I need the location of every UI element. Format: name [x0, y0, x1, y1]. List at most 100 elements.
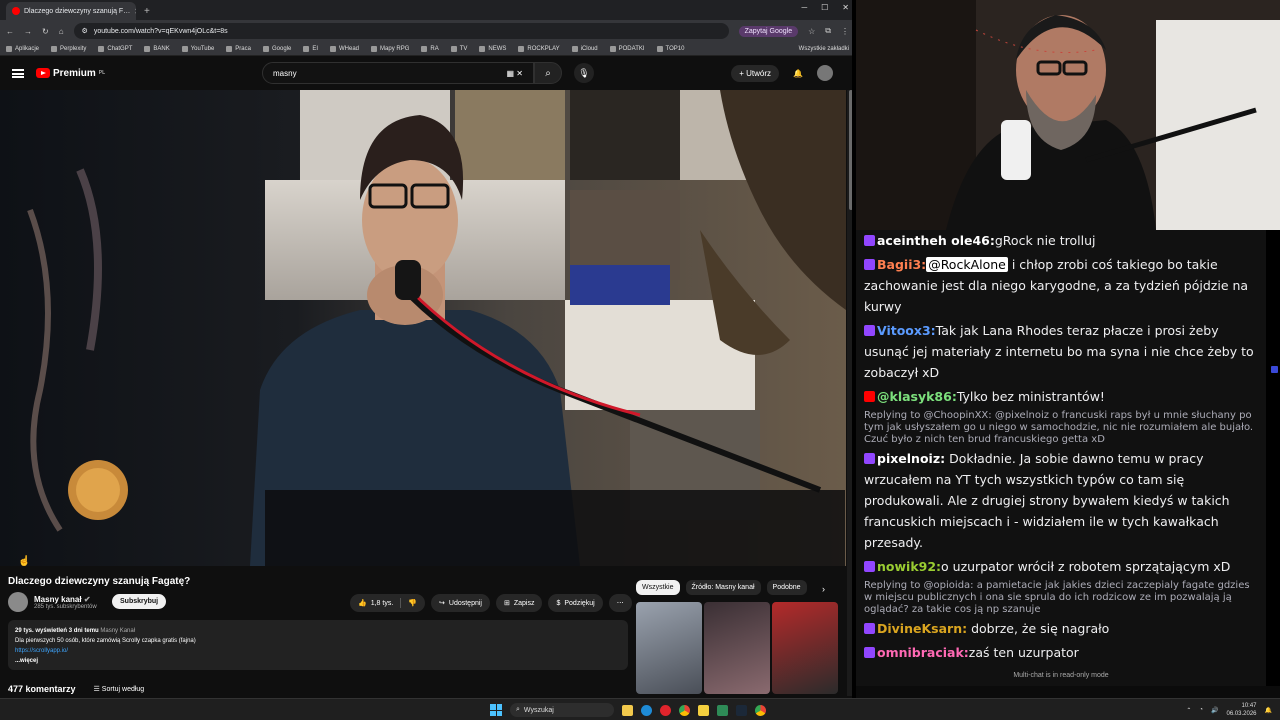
- video-description[interactable]: 29 tys. wyświetleń 3 dni temu Masny Kana…: [8, 620, 628, 670]
- chat-message: omnibraciak:zaś ten uzurpator: [856, 642, 1266, 663]
- close-tab-icon[interactable]: ✕: [134, 7, 136, 16]
- bookmark-item[interactable]: ChatGPT: [98, 45, 132, 52]
- chat-username[interactable]: @klasyk86:: [877, 389, 957, 404]
- share-button[interactable]: ↪ Udostępnij: [431, 594, 490, 612]
- chat-username[interactable]: pixelnoiz:: [877, 451, 945, 466]
- menu-icon[interactable]: ⋮: [841, 27, 849, 36]
- clock[interactable]: 10:47 06.03.2026: [1226, 702, 1256, 718]
- steam-icon[interactable]: [736, 704, 747, 716]
- desc-link[interactable]: https://scrollyapp.io/: [15, 648, 68, 654]
- youtube-logo[interactable]: Premium PL: [36, 68, 105, 79]
- url-field[interactable]: ⚙ youtube.com/watch?v=qEKvwn4jOLc&t=8s: [73, 23, 729, 39]
- chat-username[interactable]: Bagii3:: [877, 257, 926, 272]
- bookmark-item[interactable]: EI: [303, 45, 318, 52]
- bookmark-item[interactable]: NEWS: [479, 45, 506, 52]
- bookmark-item[interactable]: ROCKPLAY: [518, 45, 560, 52]
- browser-tab[interactable]: Dlaczego dziewczyny szanują F… ✕: [6, 2, 136, 20]
- filter-chip[interactable]: Podobne: [766, 580, 807, 595]
- account-avatar[interactable]: [817, 65, 833, 81]
- ask-google-button[interactable]: Zapytaj Google: [738, 25, 799, 37]
- taskbar-search[interactable]: ⌕ Wyszukaj: [510, 703, 614, 717]
- forward-icon[interactable]: →: [24, 27, 32, 36]
- search-icon: ⌕: [516, 706, 520, 713]
- network-icon[interactable]: ◔: [1199, 707, 1203, 713]
- subscribe-button[interactable]: Subskrybuj: [112, 594, 167, 609]
- bookmark-item[interactable]: PODATKI: [609, 45, 645, 52]
- bookmark-item[interactable]: Google: [262, 45, 291, 52]
- bookmark-folder-icon: [421, 45, 428, 52]
- chat-message: @klasyk86:Tylko bez ministrantów!: [856, 386, 1266, 407]
- notes-icon[interactable]: [698, 704, 709, 716]
- filter-chip[interactable]: Wszystkie: [636, 580, 680, 595]
- create-button[interactable]: + Utwórz: [731, 64, 780, 82]
- video-player[interactable]: [0, 90, 846, 566]
- bookmark-item[interactable]: iCloud: [571, 45, 598, 52]
- chat-username[interactable]: aceintheh ole46:: [877, 233, 995, 248]
- save-button[interactable]: ⊞ Zapisz: [495, 594, 543, 612]
- chips-next-icon[interactable]: ›: [822, 584, 825, 594]
- minimize-icon[interactable]: ─: [801, 3, 807, 12]
- channel-avatar[interactable]: [8, 592, 28, 612]
- channel-name[interactable]: Masny kanał ✔: [34, 595, 97, 604]
- download-icon[interactable]: [717, 704, 728, 716]
- bookmark-item[interactable]: Aplikacje: [6, 45, 39, 52]
- chrome-icon[interactable]: [679, 704, 690, 716]
- bookmark-folder-icon: [330, 45, 337, 52]
- thanks-button[interactable]: $ Podziękuj: [548, 594, 603, 612]
- voice-search-button[interactable]: 🎙: [574, 63, 594, 83]
- related-video-thumbnail[interactable]: [704, 602, 770, 694]
- window-controls: ─ ☐ ✕: [801, 3, 849, 12]
- windows-start-icon[interactable]: [490, 704, 502, 716]
- extensions-icon[interactable]: ⧉: [825, 26, 831, 36]
- maximize-icon[interactable]: ☐: [821, 3, 828, 12]
- tab-title: Dlaczego dziewczyny szanują F…: [24, 7, 131, 15]
- volume-icon[interactable]: 🔊: [1211, 707, 1218, 714]
- bookmark-item[interactable]: BANK: [144, 45, 170, 52]
- bookmark-item[interactable]: TOP10: [656, 45, 684, 52]
- edge-icon[interactable]: [641, 704, 652, 716]
- chat-mention[interactable]: @RockAlone: [926, 257, 1008, 272]
- new-tab-icon[interactable]: +: [144, 6, 150, 17]
- search-button[interactable]: ⌕: [534, 62, 562, 84]
- sort-button[interactable]: ☰ Sortuj według: [94, 685, 145, 693]
- more-actions-button[interactable]: ⋯: [608, 594, 632, 612]
- bookmark-item[interactable]: WHead: [330, 45, 359, 52]
- tray-overflow-icon[interactable]: ⌃: [1186, 707, 1191, 714]
- back-icon[interactable]: ←: [6, 27, 14, 36]
- bookmark-item[interactable]: Praca: [226, 45, 251, 52]
- site-info-icon[interactable]: ⚙: [82, 27, 88, 35]
- like-button[interactable]: 👍 1,8 tys. 👎: [350, 594, 426, 612]
- clear-search-icon[interactable]: ▦ ✕: [507, 69, 523, 78]
- bookmark-item[interactable]: Mapy RPG: [371, 45, 409, 52]
- reload-icon[interactable]: ↻: [42, 27, 49, 36]
- all-bookmarks[interactable]: Wszystkie zakładki: [799, 46, 849, 52]
- notifications-icon[interactable]: 🔔: [793, 69, 803, 78]
- bookmark-item[interactable]: YouTube: [181, 45, 214, 52]
- thumbs-down-icon[interactable]: 👎: [408, 599, 417, 607]
- related-video-thumbnail[interactable]: [636, 602, 702, 694]
- hamburger-menu-icon[interactable]: [12, 68, 24, 78]
- chat-username[interactable]: DivineKsarn:: [877, 621, 967, 636]
- bookmark-item[interactable]: TV: [450, 45, 467, 52]
- chat-username[interactable]: Vitoox3:: [877, 323, 936, 338]
- bookmark-star-icon[interactable]: ☆: [808, 27, 815, 36]
- filter-chip[interactable]: Źródło: Masny kanał: [685, 580, 761, 595]
- notification-bell-icon[interactable]: 🔔: [1265, 707, 1272, 714]
- bookmark-folder-icon: [450, 45, 457, 52]
- opera-icon[interactable]: [660, 704, 671, 716]
- close-window-icon[interactable]: ✕: [842, 3, 849, 12]
- related-video-thumbnail[interactable]: [772, 602, 838, 694]
- show-more-link[interactable]: ...więcej: [15, 656, 621, 666]
- chrome-alt-icon[interactable]: [755, 704, 766, 716]
- bookmark-item[interactable]: RA: [421, 45, 439, 52]
- chat-username[interactable]: nowik92:: [877, 559, 941, 574]
- youtube-favicon-icon: [12, 7, 20, 15]
- desc-channel: Masny Kanał: [100, 628, 136, 634]
- file-explorer-icon[interactable]: [622, 704, 633, 716]
- chat-scrollbar[interactable]: [1268, 230, 1280, 686]
- bookmark-label: Praca: [235, 45, 251, 52]
- chat-username[interactable]: omnibraciak:: [877, 645, 969, 660]
- home-icon[interactable]: ⌂: [59, 27, 64, 36]
- search-input[interactable]: masny ▦ ✕: [262, 62, 534, 84]
- bookmark-item[interactable]: Perplexity: [51, 45, 86, 52]
